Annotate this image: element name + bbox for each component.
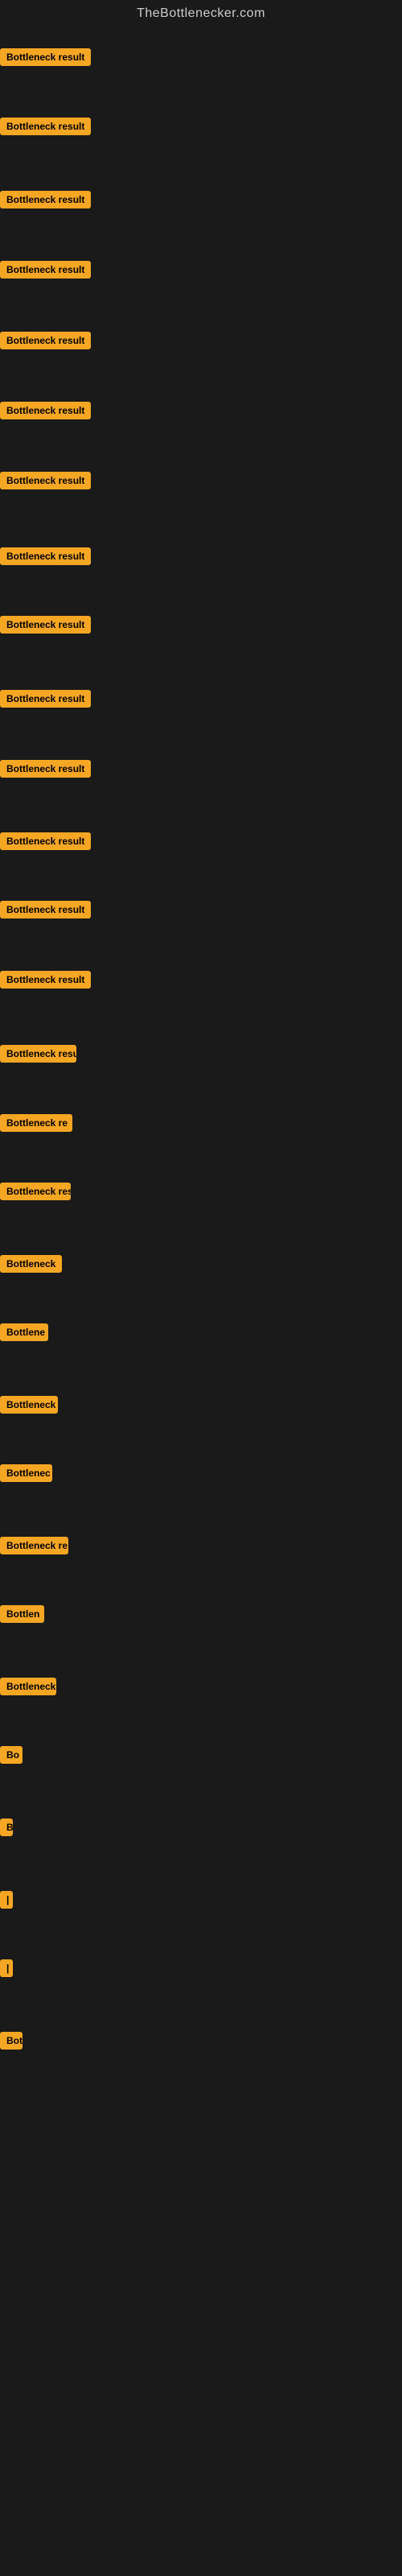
bottleneck-badge: B (0, 1818, 13, 1836)
bottleneck-badge: Bottleneck (0, 1255, 62, 1273)
bottleneck-result-item[interactable]: Bottleneck (0, 1255, 62, 1277)
bottleneck-badge: Bottleneck result (0, 48, 91, 66)
bottleneck-result-item[interactable]: Bottleneck re (0, 1114, 72, 1136)
bottleneck-badge: Bottleneck re (0, 1537, 68, 1554)
bottleneck-badge: | (0, 1959, 13, 1977)
bottleneck-result-item[interactable]: | (0, 1959, 13, 1981)
bottleneck-badge: Bo (0, 1746, 23, 1764)
site-title: TheBottlenecker.com (0, 0, 402, 27)
bottleneck-badge: Bottleneck result (0, 332, 91, 349)
bottleneck-badge: Bottleneck result (0, 760, 91, 778)
bottleneck-result-item[interactable]: Bottleneck result (0, 971, 91, 993)
bottleneck-result-item[interactable]: Bottleneck result (0, 616, 91, 638)
bottleneck-result-item[interactable]: Bottleneck result (0, 547, 91, 569)
bottleneck-badge: Bottleneck (0, 1396, 58, 1414)
bottleneck-badge: Bottleneck result (0, 547, 91, 565)
bottleneck-result-item[interactable]: Bottleneck result (0, 832, 91, 854)
bottleneck-result-item[interactable]: Bottleneck (0, 1396, 58, 1418)
bottleneck-badge: Bottleneck result (0, 616, 91, 634)
bottleneck-result-item[interactable]: Bottleneck result (0, 690, 91, 712)
bottleneck-result-item[interactable]: Bo (0, 1746, 23, 1768)
bottleneck-result-item[interactable]: Bottleneck re (0, 1537, 68, 1558)
bottleneck-badge: Bottleneck result (0, 402, 91, 419)
bottleneck-badge: Bottleneck result (0, 690, 91, 708)
bottleneck-result-item[interactable]: Bottleneck result (0, 332, 91, 353)
bottleneck-badge: Bottleneck result (0, 1045, 76, 1063)
bottleneck-result-item[interactable]: Bottleneck result (0, 760, 91, 782)
bottleneck-badge: | (0, 1891, 13, 1909)
bottleneck-badge: Bottleneck result (0, 832, 91, 850)
bottleneck-result-item[interactable]: B (0, 1818, 13, 1840)
bottleneck-badge: Bottleneck resul (0, 1183, 71, 1200)
bottleneck-badge: Bottleneck (0, 1678, 56, 1695)
bottleneck-badge: Bottlene (0, 1323, 48, 1341)
bottleneck-result-item[interactable]: Bottleneck result (0, 48, 91, 70)
bottleneck-badge: Bot (0, 2032, 23, 2050)
bottleneck-badge: Bottleneck result (0, 261, 91, 279)
bottleneck-result-item[interactable]: Bottleneck result (0, 472, 91, 493)
bottleneck-badge: Bottleneck result (0, 472, 91, 489)
bottleneck-badge: Bottleneck result (0, 901, 91, 919)
bottleneck-result-item[interactable]: Bottleneck result (0, 402, 91, 423)
bottleneck-badge: Bottleneck result (0, 971, 91, 989)
bottleneck-badge: Bottleneck result (0, 191, 91, 208)
bottleneck-result-item[interactable]: Bottleneck result (0, 1045, 76, 1067)
bottleneck-result-item[interactable]: Bottlenec (0, 1464, 52, 1486)
bottleneck-result-item[interactable]: Bottleneck resul (0, 1183, 71, 1204)
bottleneck-result-item[interactable]: Bottleneck result (0, 261, 91, 283)
bottleneck-result-item[interactable]: Bottleneck (0, 1678, 56, 1699)
bottleneck-result-item[interactable]: Bottleneck result (0, 191, 91, 213)
bottleneck-badge: Bottlenec (0, 1464, 52, 1482)
bottleneck-badge: Bottleneck result (0, 118, 91, 135)
bottleneck-badge: Bottlen (0, 1605, 44, 1623)
bottleneck-badge: Bottleneck re (0, 1114, 72, 1132)
bottleneck-result-item[interactable]: Bottlen (0, 1605, 44, 1627)
bottleneck-result-item[interactable]: Bottleneck result (0, 118, 91, 139)
bottleneck-result-item[interactable]: Bottlene (0, 1323, 48, 1345)
bottleneck-result-item[interactable]: Bot (0, 2032, 23, 2054)
bottleneck-result-item[interactable]: Bottleneck result (0, 901, 91, 923)
bottleneck-result-item[interactable]: | (0, 1891, 13, 1913)
